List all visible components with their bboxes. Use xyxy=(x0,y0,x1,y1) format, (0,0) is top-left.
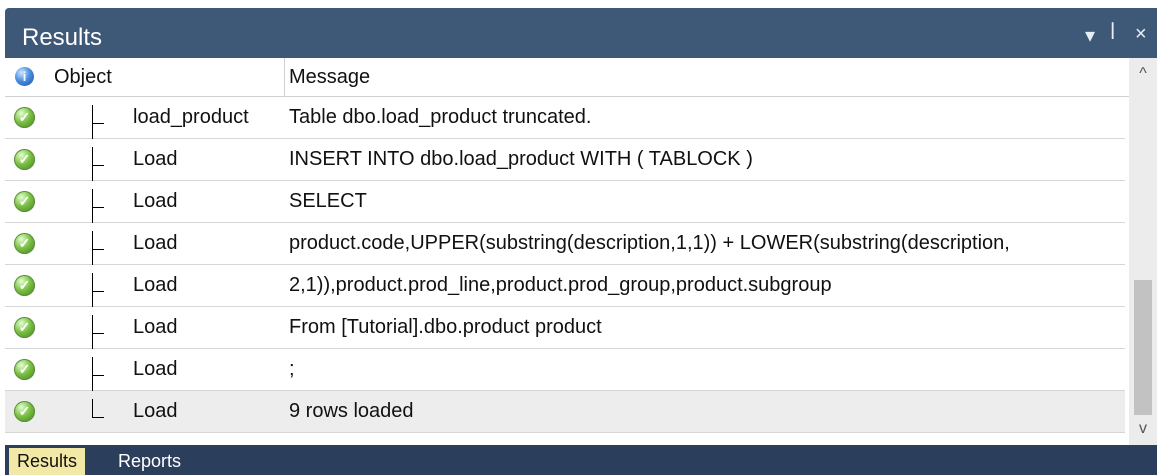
success-check-icon: ✓ xyxy=(14,191,35,212)
object-cell: Load xyxy=(133,274,178,296)
column-header-object[interactable]: Object xyxy=(54,58,112,96)
table-row[interactable]: ✓ Load SELECT xyxy=(5,181,1125,223)
close-icon[interactable]: × xyxy=(1135,23,1147,46)
object-cell: Load xyxy=(133,190,178,212)
tab-reports[interactable]: Reports xyxy=(110,448,189,475)
tree-branch xyxy=(92,123,104,124)
grid-header: i Object Message xyxy=(5,58,1157,97)
top-strip xyxy=(0,0,1157,8)
tree-branch xyxy=(92,165,104,166)
dropdown-arrow-icon[interactable]: ▾ xyxy=(1085,23,1095,48)
tree-line xyxy=(92,147,93,181)
panel-title-bar: Results ▾ ꟾ × xyxy=(5,8,1157,58)
success-check-icon: ✓ xyxy=(14,107,35,128)
panel-title: Results xyxy=(22,24,103,51)
object-cell: load_product xyxy=(133,106,249,128)
success-check-icon: ✓ xyxy=(14,317,35,338)
object-cell: Load xyxy=(133,358,178,380)
object-cell: Load xyxy=(133,148,178,170)
table-row[interactable]: ✓ Load INSERT INTO dbo.load_product WITH (… xyxy=(5,139,1125,181)
tree-branch xyxy=(92,417,104,418)
success-check-icon: ✓ xyxy=(14,359,35,380)
table-row[interactable]: ✓ Load; xyxy=(5,349,1125,391)
tree-branch xyxy=(92,207,104,208)
table-row[interactable]: ✓ Load product.code,UPPER(substring(descri… xyxy=(5,223,1125,265)
tree-line xyxy=(92,399,93,417)
tree-line xyxy=(92,273,93,307)
tree-line xyxy=(92,189,93,223)
object-cell: Load xyxy=(133,232,178,254)
results-grid: i Object Message ✓ load_product Table dbo.… xyxy=(5,58,1157,445)
success-check-icon: ✓ xyxy=(14,401,35,422)
column-header-message[interactable]: Message xyxy=(289,58,370,96)
success-check-icon: ✓ xyxy=(14,275,35,296)
scroll-down-icon[interactable]: v xyxy=(1129,415,1157,443)
tree-line xyxy=(92,315,93,349)
object-cell: Load xyxy=(133,400,178,422)
tree-branch xyxy=(92,333,104,334)
message-cell: ; xyxy=(289,358,295,380)
scroll-thumb[interactable] xyxy=(1134,280,1152,415)
tree-branch xyxy=(92,249,104,250)
tree-line xyxy=(92,231,93,265)
message-cell: SELECT xyxy=(289,190,367,212)
tree-branch xyxy=(92,291,104,292)
message-cell: 2,1)),product.prod_line,product.prod_gro… xyxy=(289,274,832,296)
vertical-scrollbar[interactable]: ^ v xyxy=(1129,58,1157,445)
message-cell: INSERT INTO dbo.load_product WITH ( TABL… xyxy=(289,148,753,170)
message-cell: product.code,UPPER(substring(description… xyxy=(289,232,1010,254)
scroll-up-icon[interactable]: ^ xyxy=(1129,60,1157,88)
tab-results[interactable]: Results xyxy=(9,448,86,475)
column-divider[interactable] xyxy=(284,58,285,96)
tree-branch xyxy=(92,375,104,376)
message-cell: From [Tutorial].dbo.product product xyxy=(289,316,602,338)
table-row[interactable]: ✓ load_product Table dbo.load_product trun… xyxy=(5,97,1125,139)
info-icon[interactable]: i xyxy=(15,67,34,86)
object-cell: Load xyxy=(133,316,178,338)
success-check-icon: ✓ xyxy=(14,233,35,254)
success-check-icon: ✓ xyxy=(14,149,35,170)
pin-icon[interactable]: ꟾ xyxy=(1110,23,1115,44)
table-row[interactable]: ✓ Load 2,1)),product.prod_line,product.pro… xyxy=(5,265,1125,307)
tree-line xyxy=(92,105,93,139)
table-row[interactable]: ✓ Load From [Tutorial].dbo.product product xyxy=(5,307,1125,349)
message-cell: Table dbo.load_product truncated. xyxy=(289,106,592,128)
results-window: Results ▾ ꟾ × i Object Message ✓ load_pro… xyxy=(0,0,1157,475)
table-row[interactable]: ✓ Load 9 rows loaded xyxy=(5,391,1125,433)
message-cell: 9 rows loaded xyxy=(289,400,414,422)
bottom-tab-bar: Results Reports xyxy=(5,445,1157,475)
tree-line xyxy=(92,357,93,391)
